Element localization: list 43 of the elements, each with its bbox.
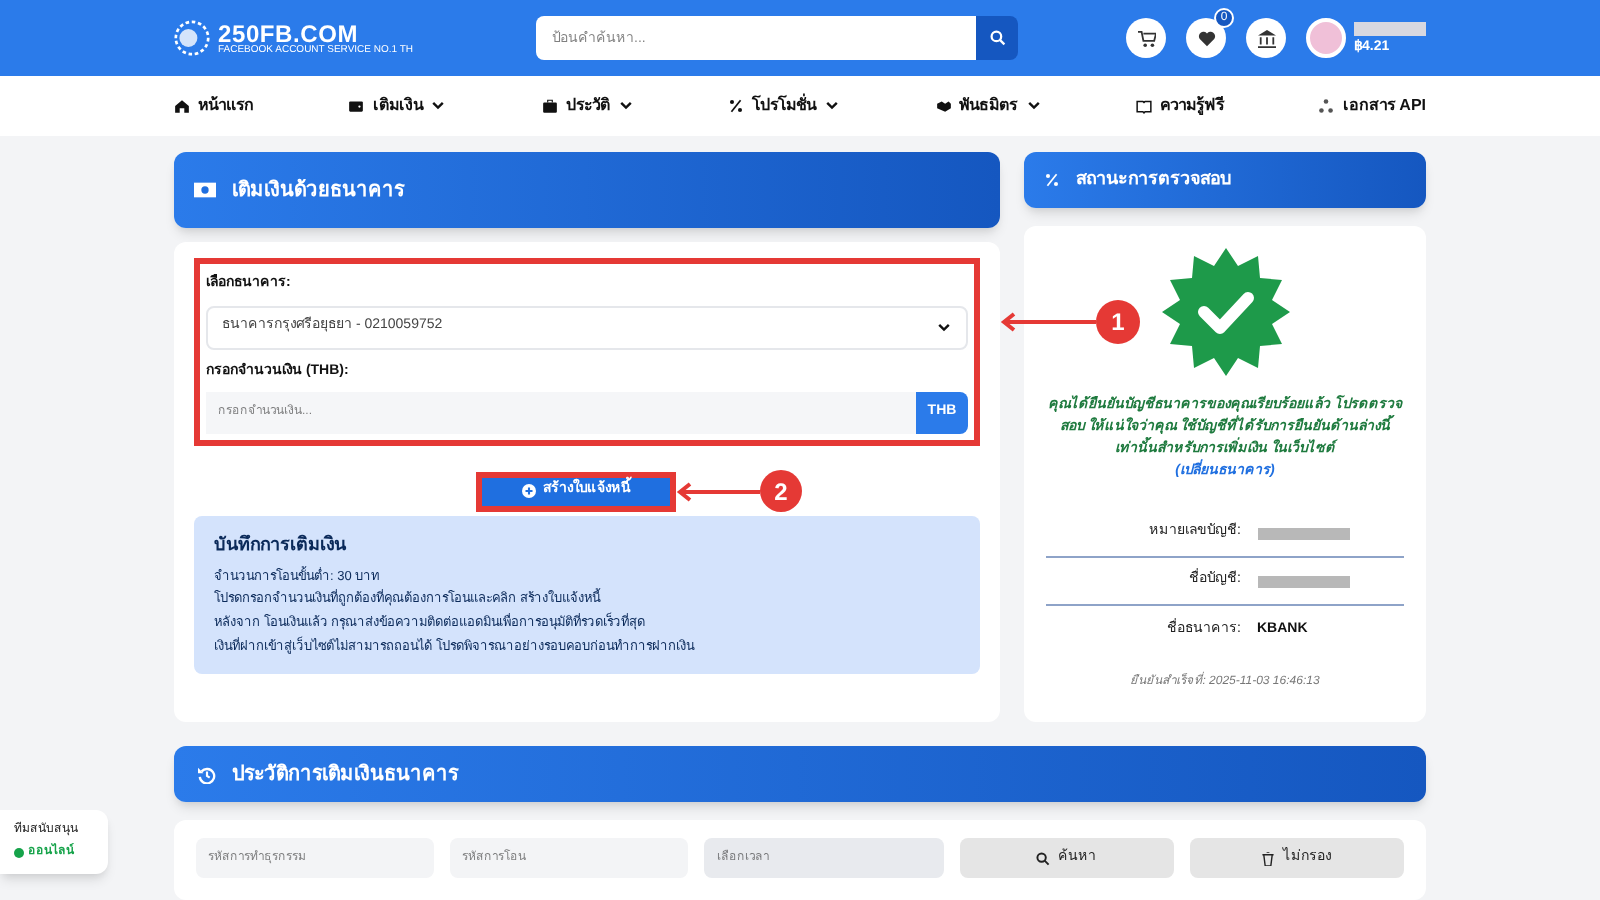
heart-icon — [1197, 29, 1215, 47]
redacted-value — [1257, 575, 1349, 588]
arrow-left-icon — [1000, 312, 1096, 332]
search-icon — [1036, 851, 1051, 865]
trash-icon — [1262, 851, 1275, 865]
user-avatar[interactable] — [1306, 18, 1346, 58]
panel-title: สถานะการตรวจสอบ — [1076, 166, 1232, 193]
nav-item[interactable]: ประวัติ — [541, 94, 634, 118]
nodes-icon — [1318, 98, 1335, 114]
nav-item[interactable]: พันธมิตร — [935, 94, 1042, 118]
book-icon — [1136, 98, 1153, 114]
bag-icon — [541, 98, 558, 114]
bank-icon — [1257, 29, 1275, 47]
panel-title: ประวัติการเติมเงินธนาคาร — [232, 761, 458, 789]
nav-item[interactable]: หน้าแรก — [174, 94, 254, 118]
nav-item[interactable]: เติมเงิน — [348, 94, 447, 118]
history-icon — [198, 765, 216, 783]
redacted-value — [1257, 527, 1349, 540]
percent-icon — [728, 98, 745, 114]
panel-title: เติมเงินด้วยธนาคาร — [232, 176, 404, 205]
annotation-marker: 1 — [1096, 300, 1140, 344]
search-button[interactable] — [976, 16, 1018, 60]
money-icon — [194, 182, 216, 198]
redacted-username — [1354, 22, 1426, 36]
cart-icon — [1137, 29, 1155, 47]
chevron-down-icon — [936, 319, 952, 335]
wallet-icon — [348, 98, 365, 114]
nav-item[interactable]: โปรโมชั่น — [728, 94, 841, 118]
home-icon — [174, 98, 190, 114]
cart-button[interactable] — [1126, 18, 1166, 58]
globe-logo-icon — [174, 20, 210, 56]
verified-badge-icon — [1161, 248, 1289, 376]
plus-circle-icon — [521, 484, 535, 498]
bank-button[interactable] — [1246, 18, 1286, 58]
wishlist-button[interactable] — [1186, 18, 1226, 58]
notes-title: บันทึกการเติมเงิน — [214, 532, 348, 558]
site-logo[interactable]: 250FB.COM — [218, 21, 414, 45]
handshake-icon — [935, 98, 952, 114]
nav-item[interactable]: ความรู้ฟรี — [1136, 94, 1225, 118]
search-icon — [989, 30, 1005, 46]
annotation-marker: 2 — [760, 470, 802, 512]
nav-item[interactable]: เอกสาร API — [1318, 94, 1426, 118]
percent-icon — [1044, 172, 1060, 188]
